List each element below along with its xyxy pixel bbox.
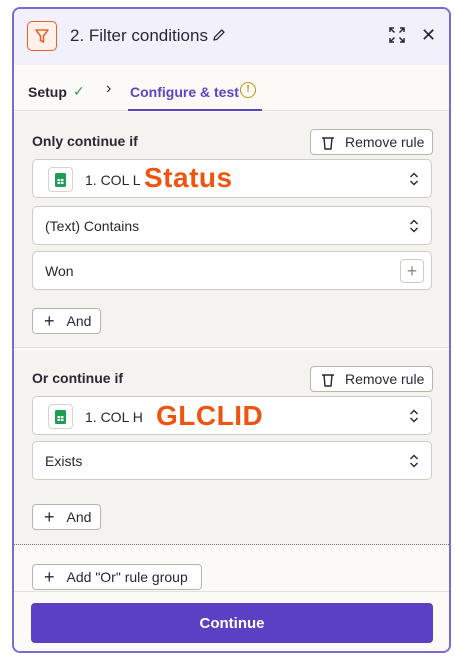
value-input[interactable]: Won + bbox=[32, 251, 432, 290]
trash-icon bbox=[322, 136, 334, 150]
chevron-right-icon: › bbox=[106, 80, 112, 97]
plus-icon: + bbox=[44, 507, 55, 527]
panel-title: 2. Filter conditions bbox=[70, 26, 208, 45]
plus-icon: + bbox=[44, 567, 55, 587]
condition-value: Exists bbox=[45, 453, 83, 469]
annotation-label: Status bbox=[144, 162, 233, 193]
plus-icon: + bbox=[44, 311, 55, 331]
and-button[interactable]: + And bbox=[32, 308, 101, 334]
rule-group-1: Only continue if Remove rule 1. COL L St… bbox=[14, 112, 449, 348]
add-or-rule-group-button[interactable]: + Add "Or" rule group bbox=[32, 564, 202, 590]
check-icon: ✓ bbox=[73, 83, 85, 99]
condition-value: (Text) Contains bbox=[45, 218, 140, 234]
updown-chevron-icon bbox=[410, 172, 418, 186]
expand-icon[interactable] bbox=[389, 27, 405, 48]
pencil-icon[interactable] bbox=[212, 28, 226, 47]
panel-header: 2. Filter conditions ✕ bbox=[14, 9, 449, 65]
condition-select[interactable]: (Text) Contains bbox=[32, 206, 432, 245]
tab-bar: Setup ✓ › Configure & test ! bbox=[14, 65, 449, 111]
and-button[interactable]: + And bbox=[32, 504, 101, 530]
field-select[interactable]: 1. COL L Status bbox=[32, 159, 432, 198]
google-sheets-icon bbox=[48, 167, 73, 192]
trash-icon bbox=[322, 373, 334, 387]
value-text: Won bbox=[45, 263, 74, 279]
remove-rule-label: Remove rule bbox=[345, 371, 425, 387]
google-sheets-icon bbox=[48, 404, 73, 429]
rule-group-2: Or continue if Remove rule 1. COL H GLCL… bbox=[14, 350, 449, 544]
and-label: And bbox=[66, 509, 92, 525]
tab-configure-test[interactable]: Configure & test bbox=[130, 84, 239, 100]
group-label: Or continue if bbox=[32, 370, 123, 386]
annotation-label: GLCLID bbox=[156, 400, 264, 431]
close-icon[interactable]: ✕ bbox=[421, 25, 436, 45]
panel-footer: Continue bbox=[14, 591, 449, 651]
updown-chevron-icon bbox=[410, 454, 418, 468]
warning-icon: ! bbox=[240, 82, 256, 98]
condition-select[interactable]: Exists bbox=[32, 441, 432, 480]
field-value: 1. COL H bbox=[85, 409, 143, 425]
divider bbox=[14, 544, 449, 545]
insert-data-plus-icon[interactable]: + bbox=[400, 259, 424, 283]
remove-rule-button[interactable]: Remove rule bbox=[310, 129, 433, 155]
filter-panel: 2. Filter conditions ✕ Setup ✓ › Configu… bbox=[12, 7, 451, 653]
filter-icon bbox=[27, 21, 57, 51]
remove-rule-button[interactable]: Remove rule bbox=[310, 366, 433, 392]
add-or-label: Add "Or" rule group bbox=[66, 569, 188, 585]
and-label: And bbox=[66, 313, 92, 329]
active-tab-indicator bbox=[128, 109, 262, 111]
remove-rule-label: Remove rule bbox=[345, 134, 425, 150]
updown-chevron-icon bbox=[410, 409, 418, 423]
field-select[interactable]: 1. COL H GLCLID bbox=[32, 396, 432, 435]
field-value: 1. COL L bbox=[85, 172, 141, 188]
group-label: Only continue if bbox=[32, 133, 138, 149]
continue-button[interactable]: Continue bbox=[31, 603, 433, 643]
updown-chevron-icon bbox=[410, 219, 418, 233]
tab-setup[interactable]: Setup bbox=[28, 84, 67, 100]
